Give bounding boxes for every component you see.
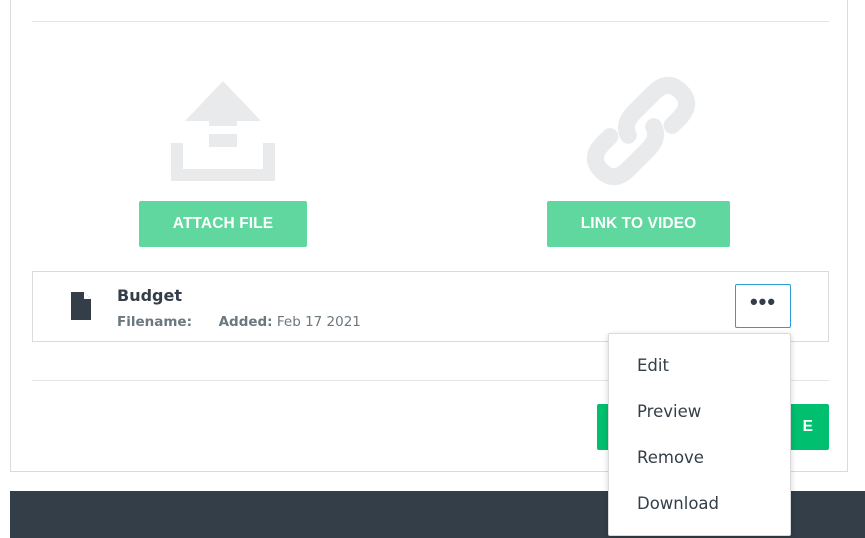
document-icon [71,292,91,320]
added-label: Added: [218,314,273,330]
save-button-label: E [802,418,813,435]
attachment-meta: Filename: Added: Feb 17 2021 [117,314,361,330]
upload-icon [171,81,275,181]
added-value: Feb 17 2021 [276,314,361,330]
menu-item-preview[interactable]: Preview [609,388,790,434]
filename-label: Filename: [117,314,192,330]
link-to-video-button[interactable]: LINK TO VIDEO [547,201,730,247]
options-dropdown-menu: Edit Preview Remove Download [608,333,791,536]
menu-item-edit[interactable]: Edit [609,342,790,388]
attachment-title: Budget [117,286,182,305]
menu-item-download[interactable]: Download [609,480,790,526]
more-options-button[interactable]: ••• [735,284,791,328]
menu-item-remove[interactable]: Remove [609,434,790,480]
link-icon [586,76,696,186]
top-divider [32,21,829,22]
attach-file-button[interactable]: ATTACH FILE [139,201,307,247]
ellipsis-icon: ••• [749,289,777,314]
attachment-row: Budget Filename: Added: Feb 17 2021 ••• [32,271,829,342]
